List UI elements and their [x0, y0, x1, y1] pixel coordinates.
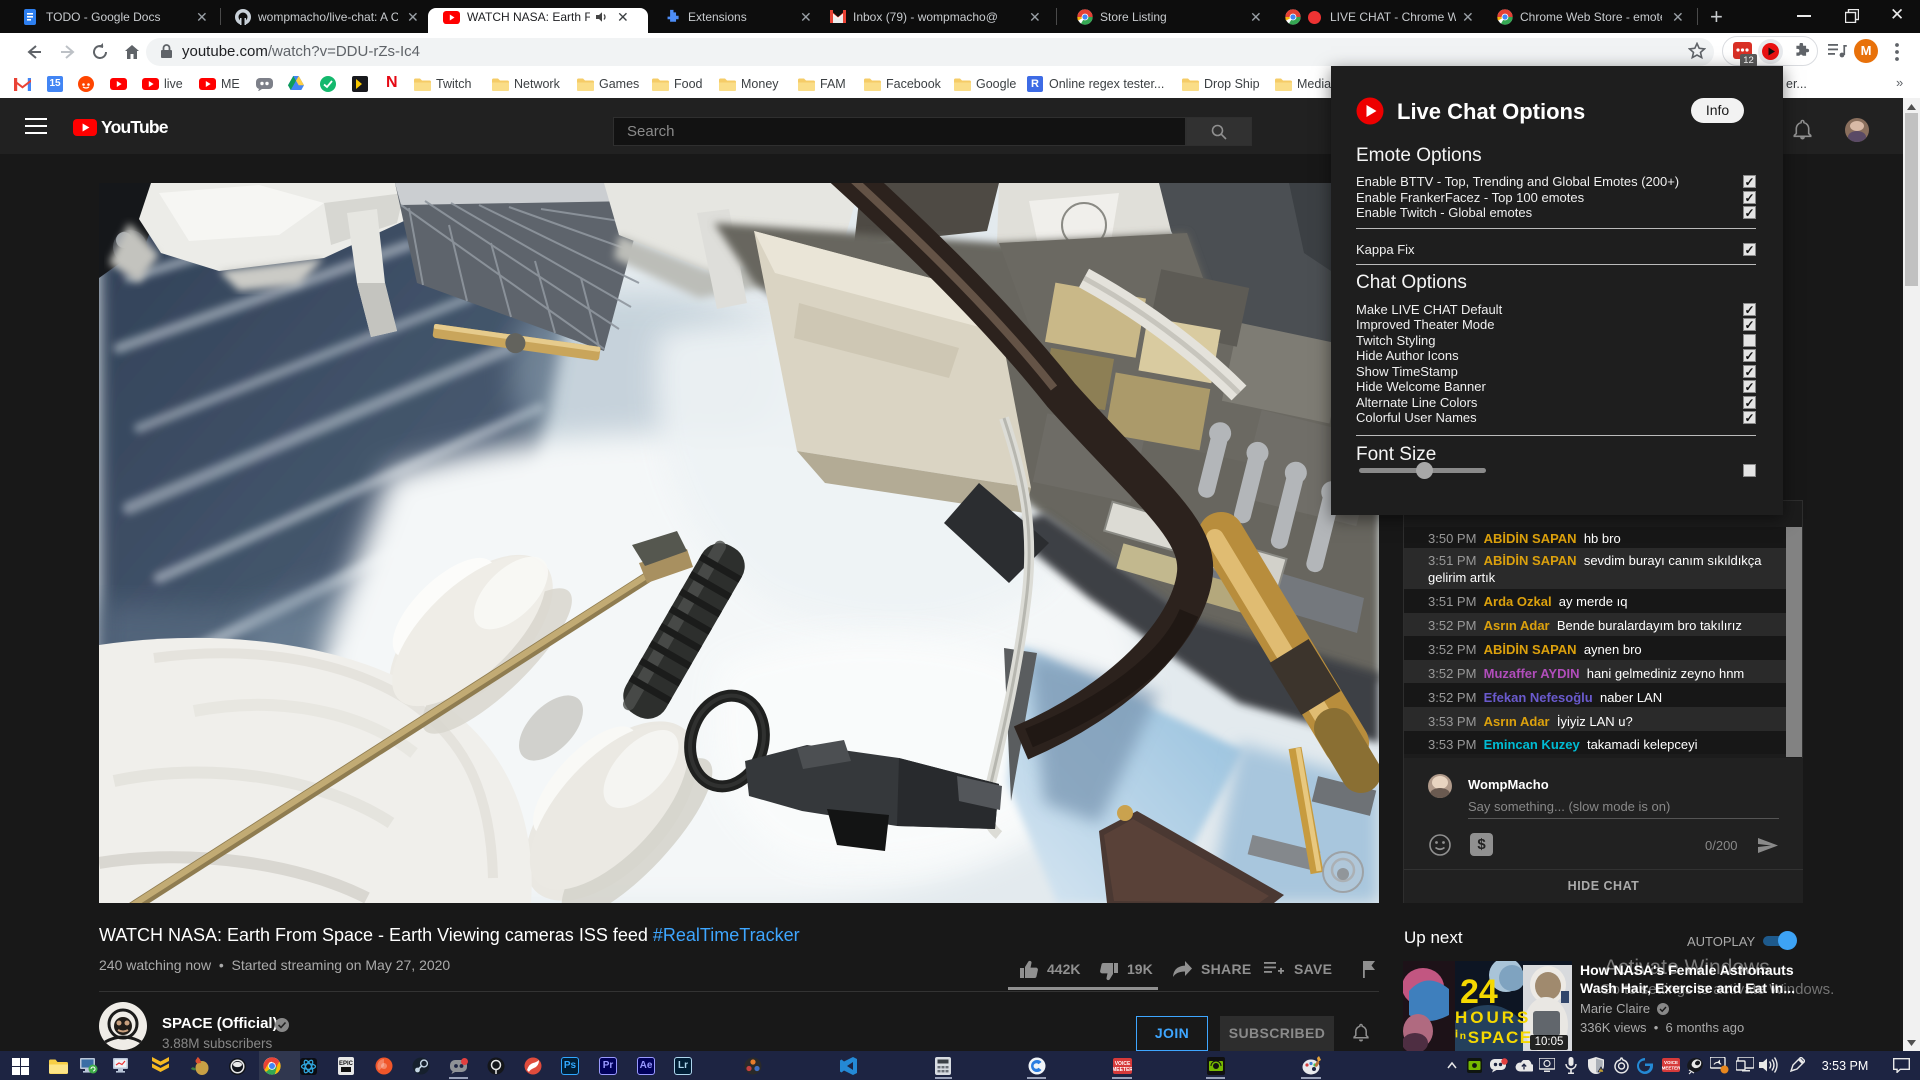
- svg-text:MEETER: MEETER: [1662, 1066, 1680, 1071]
- svg-text:MEETER: MEETER: [1113, 1067, 1132, 1073]
- svg-text:EPIC: EPIC: [339, 1061, 354, 1067]
- svg-text:24: 24: [1460, 973, 1498, 1011]
- svg-text:HOURS: HOURS: [1455, 1008, 1531, 1027]
- svg-text:VOICE: VOICE: [1664, 1060, 1678, 1065]
- svg-text:ⁱⁿSPACE: ⁱⁿSPACE: [1455, 1028, 1533, 1047]
